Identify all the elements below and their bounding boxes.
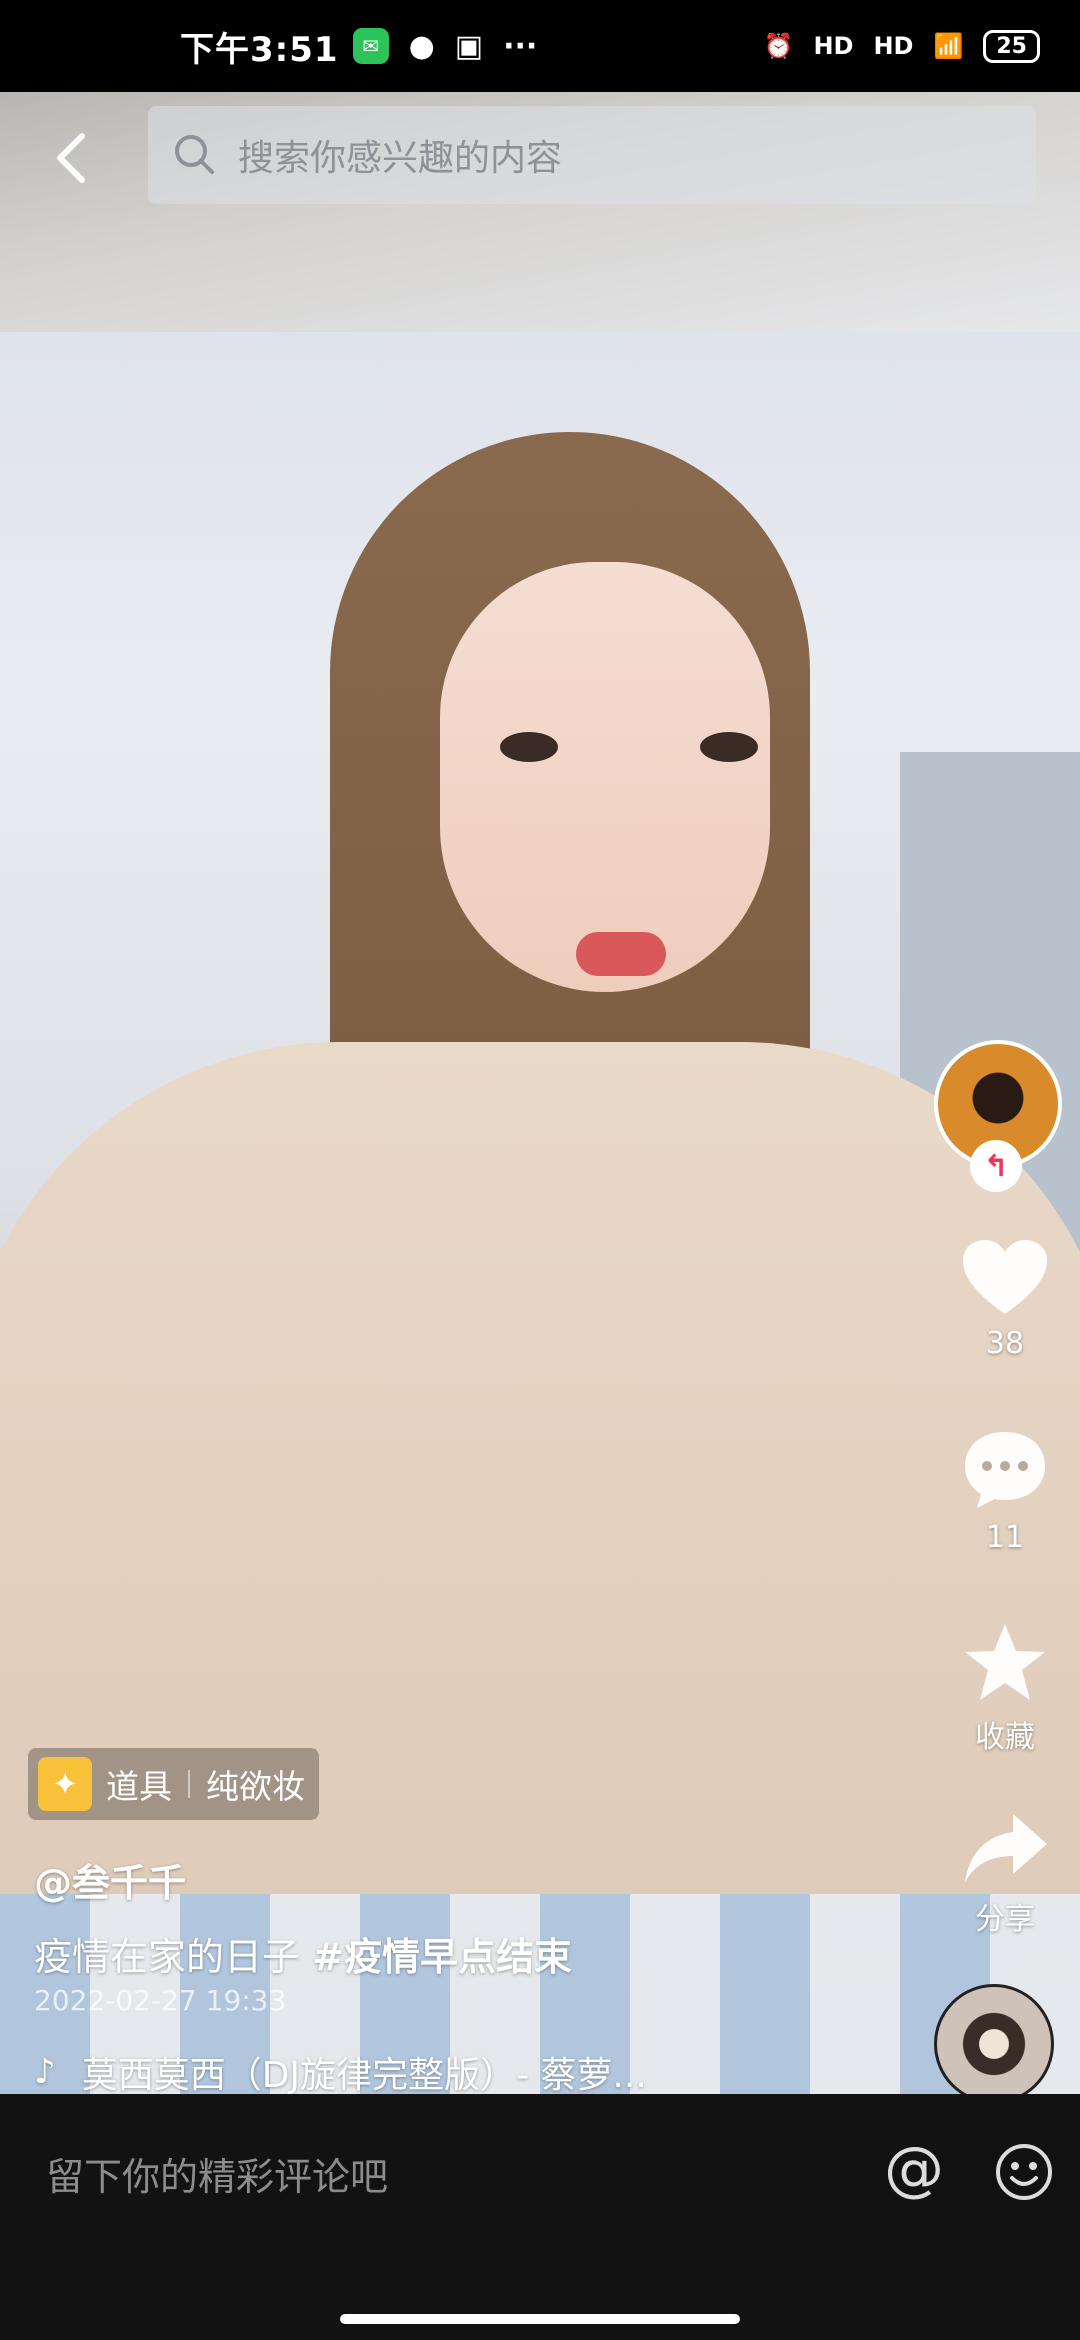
- prop-name: 纯欲妆: [206, 1767, 305, 1806]
- drop-icon: ●: [408, 28, 435, 64]
- search-placeholder: 搜索你感兴趣的内容: [238, 138, 563, 179]
- home-indicator[interactable]: [340, 2314, 740, 2324]
- signal-hd-1: HD: [813, 32, 854, 60]
- video-subject-lips: [576, 932, 666, 976]
- status-bar: 下午3:51 ✉ ● ▣ ··· ⏰ HD HD 📶 25: [0, 0, 1080, 92]
- wechat-icon: ✉: [352, 28, 389, 64]
- video-subject-face: [440, 562, 770, 992]
- video-subject-eye-left: [500, 732, 558, 762]
- status-right: ⏰ HD HD 📶 25: [763, 29, 1040, 63]
- share-button[interactable]: 分享: [930, 1810, 1080, 1938]
- description-text: 疫情在家的日子: [34, 1935, 301, 1979]
- comment-bar[interactable]: 留下你的精彩评论吧 @: [0, 2094, 1080, 2340]
- heart-icon: [963, 1240, 1047, 1314]
- emoji-icon[interactable]: [994, 2142, 1054, 2202]
- mention-button[interactable]: @: [884, 2134, 944, 2204]
- wifi-icon: 📶: [933, 32, 964, 60]
- search-icon: [175, 135, 214, 174]
- comment-input[interactable]: 留下你的精彩评论吧: [46, 2146, 388, 2201]
- video-subject-eye-right: [700, 732, 758, 762]
- alarm-icon: ⏰: [763, 32, 794, 60]
- music-info[interactable]: ♪ 莫西莫西（DJ旋律完整版）- 蔡萝...: [34, 2046, 647, 2098]
- back-button[interactable]: [40, 128, 100, 188]
- comment-icon: [965, 1432, 1045, 1508]
- chevron-left-icon: [57, 133, 85, 183]
- magic-wand-icon: ✦: [38, 1757, 92, 1811]
- favorite-button[interactable]: 收藏: [930, 1620, 1080, 1756]
- share-label: 分享: [975, 1902, 1035, 1937]
- message-icon: ▣: [454, 28, 484, 64]
- post-description: 疫情在家的日子 #疫情早点结束: [34, 1926, 572, 1981]
- hashtag-link[interactable]: #疫情早点结束: [312, 1935, 572, 1979]
- follow-arrow-icon: ↰: [983, 1148, 1009, 1184]
- signal-hd-2: HD: [873, 32, 914, 60]
- search-bar[interactable]: 搜索你感兴趣的内容: [148, 106, 1036, 204]
- favorite-label: 收藏: [975, 1720, 1035, 1755]
- more-notifications: ···: [503, 28, 538, 64]
- like-button[interactable]: 38: [930, 1238, 1080, 1361]
- battery-indicator: 25: [983, 29, 1040, 63]
- music-disc[interactable]: [934, 1984, 1054, 2104]
- music-note-icon: ♪: [34, 2052, 56, 2092]
- prop-divider: [188, 1770, 190, 1798]
- like-count: 38: [985, 1326, 1025, 1361]
- post-date: 2022-02-27 19:33: [34, 1984, 287, 2017]
- music-title: 莫西莫西（DJ旋律完整版）- 蔡萝...: [81, 2055, 647, 2096]
- effect-prop-tag[interactable]: ✦ 道具 纯欲妆: [28, 1748, 319, 1820]
- comment-count: 11: [985, 1520, 1025, 1555]
- top-bar: 搜索你感兴趣的内容: [0, 106, 1080, 208]
- follow-button[interactable]: ↰: [970, 1140, 1022, 1192]
- prop-label: 道具: [106, 1767, 172, 1806]
- star-icon: [965, 1624, 1045, 1700]
- comment-button[interactable]: 11: [930, 1428, 1080, 1555]
- status-time: 下午3:51: [180, 29, 339, 70]
- share-arrow-icon: [965, 1814, 1047, 1882]
- author-name[interactable]: @叁千千: [34, 1852, 186, 1907]
